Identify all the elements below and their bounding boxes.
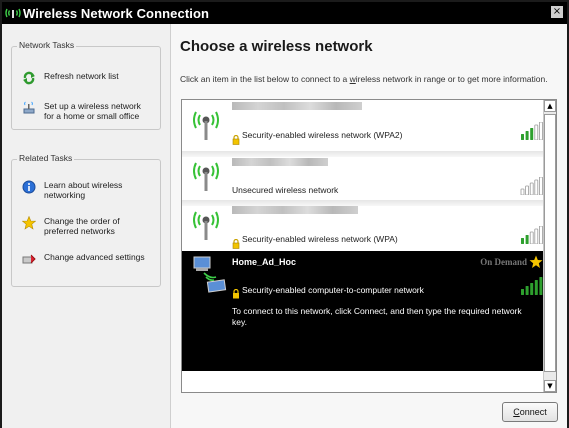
- change-advanced-settings-label: Change advanced settings: [44, 252, 145, 262]
- instruction-text: Click an item in the list below to conne…: [180, 74, 548, 84]
- signal-strength-icon: [520, 225, 544, 248]
- window-title: Wireless Network Connection: [23, 5, 210, 21]
- network-tasks-title: Network Tasks: [17, 40, 77, 50]
- signal-bar: [521, 238, 524, 244]
- signal-bar: [530, 283, 534, 295]
- network-security: Unsecured wireless network: [232, 185, 339, 195]
- signal-bar: [520, 188, 525, 196]
- close-button[interactable]: ×: [551, 6, 563, 18]
- title-bar[interactable]: Wireless Network Connection ×: [2, 2, 567, 24]
- network-item[interactable]: Security-enabled wireless network (WPA2): [182, 100, 545, 151]
- signal-bar: [521, 289, 524, 295]
- scroll-up-button[interactable]: ▲: [544, 100, 556, 112]
- signal-bars: [521, 277, 543, 295]
- refresh-icon: [22, 71, 36, 85]
- network-name: Home_Ad_Hoc: [232, 257, 297, 267]
- refresh-network-list-label: Refresh network list: [44, 71, 119, 81]
- network-item[interactable]: Security-enabled wireless network (WPA): [182, 206, 545, 251]
- signal-bar: [534, 228, 539, 245]
- signal-bars: [521, 121, 543, 141]
- signal-bar: [538, 176, 543, 196]
- network-list[interactable]: Security-enabled wireless network (WPA2)…: [181, 99, 557, 393]
- signal-bars: [520, 176, 543, 196]
- star-icon: [529, 254, 543, 273]
- settings-icon: [22, 252, 36, 266]
- signal-bar: [525, 286, 529, 295]
- network-name-redacted: [232, 206, 358, 214]
- network-name-redacted: [232, 158, 328, 166]
- network-security: Security-enabled wireless network (WPA2): [242, 130, 403, 140]
- wireless-antenna-icon: [190, 206, 222, 246]
- star-icon: [21, 215, 37, 230]
- change-advanced-settings-link[interactable]: Change advanced settings: [22, 252, 150, 266]
- signal-strength-icon: [520, 277, 544, 299]
- page-title: Choose a wireless network: [180, 38, 373, 55]
- network-item[interactable]: Unsecured wireless network: [182, 157, 545, 200]
- network-name-redacted: [232, 102, 362, 110]
- network-status: On Demand: [480, 257, 527, 267]
- connect-instructions: To connect to this network, click Connec…: [232, 306, 522, 327]
- signal-bar: [521, 134, 524, 140]
- network-security: Security-enabled computer-to-computer ne…: [242, 285, 424, 295]
- connect-button[interactable]: Connect: [502, 402, 558, 422]
- task-pane: Network Tasks Refresh network list Set u…: [2, 24, 171, 428]
- lock-icon: [232, 284, 240, 303]
- signal-bar: [534, 179, 539, 196]
- related-tasks-title: Related Tasks: [17, 153, 75, 163]
- signal-bar: [525, 185, 529, 196]
- network-tasks-group: Network Tasks Refresh network list Set u…: [11, 40, 161, 130]
- signal-bar: [530, 128, 534, 140]
- signal-bar: [538, 225, 543, 245]
- scrollbar[interactable]: ▲ ▼: [543, 100, 556, 392]
- signal-bar: [539, 277, 543, 295]
- signal-bar: [525, 131, 529, 140]
- change-order-preferred-link[interactable]: Change the order of preferred networks: [21, 215, 150, 236]
- learn-wireless-label: Learn about wireless networking: [44, 180, 123, 200]
- wireless-antenna-icon: [190, 106, 222, 146]
- signal-bars: [521, 225, 543, 245]
- change-order-preferred-label: Change the order of preferred networks: [44, 216, 120, 236]
- lock-icon: [232, 130, 240, 149]
- signal-bar: [525, 235, 529, 244]
- signal-bar: [529, 231, 534, 245]
- signal-strength-icon: [520, 121, 544, 144]
- computer-to-computer-icon: [192, 255, 228, 299]
- setup-network-icon: [22, 101, 36, 115]
- network-security: Security-enabled wireless network (WPA): [242, 234, 398, 244]
- signal-strength-icon: [520, 176, 544, 199]
- related-tasks-group: Related Tasks Learn about wireless netwo…: [11, 153, 161, 287]
- main-pane: Choose a wireless network Click an item …: [171, 24, 567, 428]
- setup-wireless-network-label: Set up a wireless network for a home or …: [44, 101, 141, 121]
- wireless-network-window: Wireless Network Connection × Network Ta…: [0, 0, 569, 428]
- scroll-down-button[interactable]: ▼: [544, 380, 556, 392]
- wireless-antenna-icon: [190, 157, 222, 197]
- signal-bar: [538, 121, 543, 141]
- refresh-network-list-link[interactable]: Refresh network list: [22, 71, 119, 85]
- signal-bar: [534, 124, 539, 141]
- learn-wireless-link[interactable]: Learn about wireless networking: [22, 180, 150, 200]
- setup-wireless-network-link[interactable]: Set up a wireless network for a home or …: [22, 101, 150, 121]
- signal-bar: [529, 182, 534, 196]
- wireless-icon: [5, 6, 23, 20]
- info-icon: [22, 180, 36, 194]
- signal-bar: [534, 280, 538, 295]
- network-item-selected[interactable]: Home_Ad_Hoc On Demand Security-enabled c…: [182, 251, 545, 371]
- scroll-thumb[interactable]: [544, 114, 556, 372]
